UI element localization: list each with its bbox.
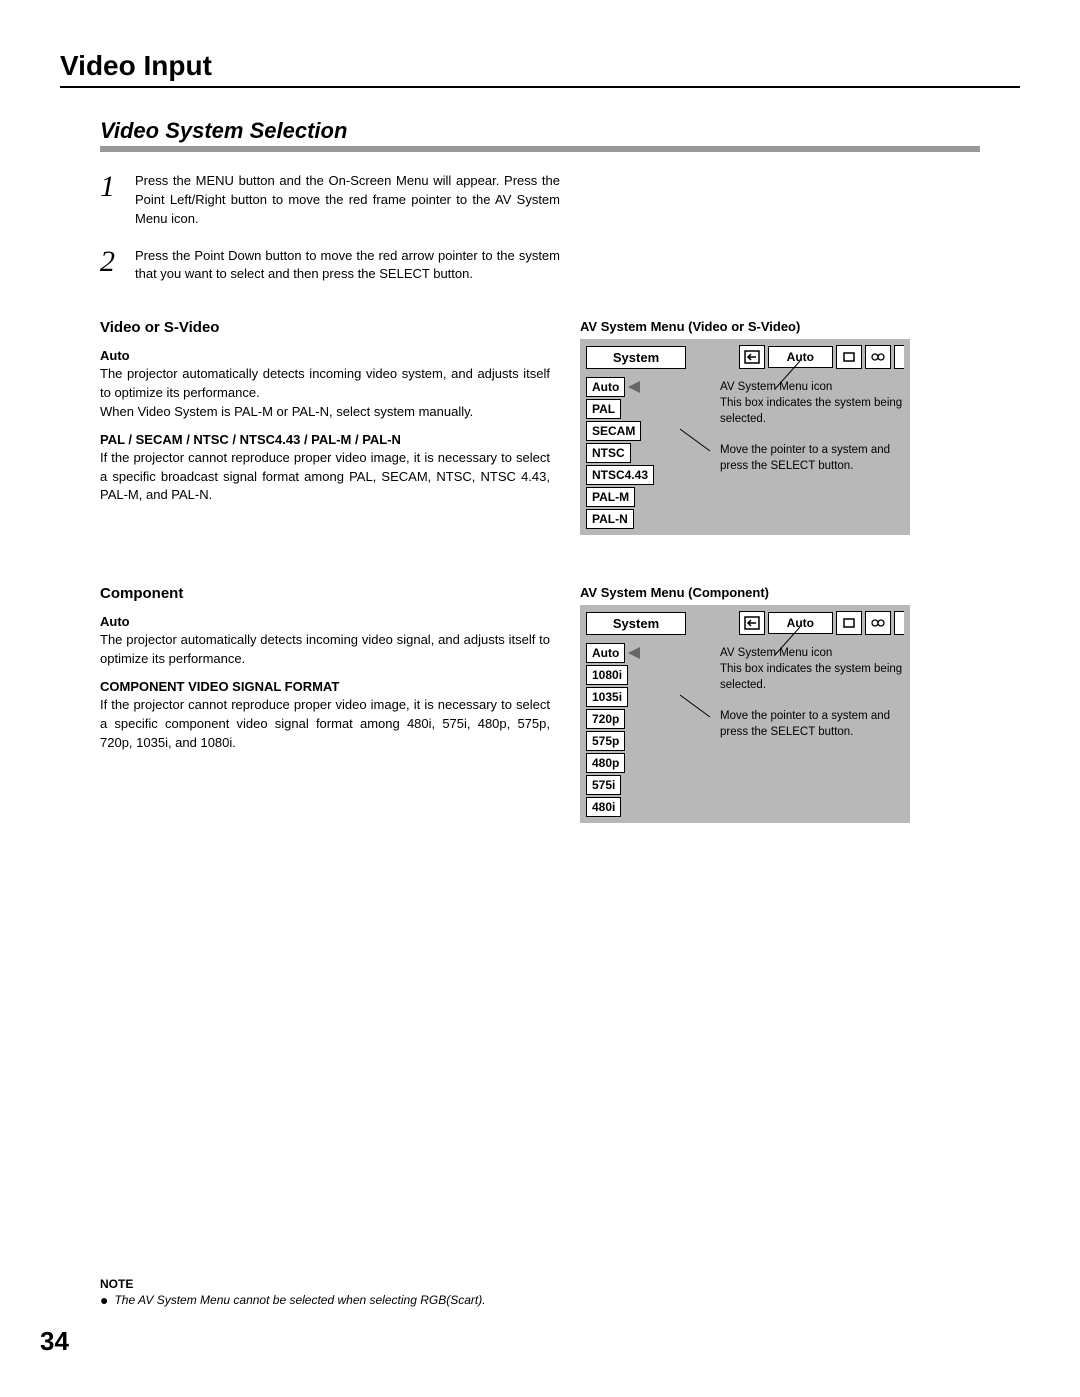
- step-number: 1: [100, 172, 135, 229]
- page-number: 34: [40, 1326, 69, 1357]
- page-title: Video Input: [60, 50, 1020, 88]
- callout-pointer-label: Move the pointer to a system and press t…: [720, 442, 905, 474]
- option-list-component: Auto 1080i 1035i 720p 575p 480p 575i 480…: [586, 643, 676, 817]
- menu-icon-1[interactable]: [836, 345, 862, 369]
- step-1: 1 Press the MENU button and the On-Scree…: [100, 172, 560, 229]
- option-575p[interactable]: 575p: [586, 731, 625, 751]
- step-text: Press the Point Down button to move the …: [135, 247, 560, 285]
- option-palm[interactable]: PAL-M: [586, 487, 635, 507]
- callouts-component: AV System Menu icon This box indicates t…: [720, 645, 905, 753]
- auto-indicator: Auto: [768, 346, 833, 368]
- option-480p[interactable]: 480p: [586, 753, 625, 773]
- step-2: 2 Press the Point Down button to move th…: [100, 247, 560, 285]
- section-heading: Video System Selection: [100, 118, 980, 152]
- system-label: System: [586, 346, 686, 369]
- option-paln[interactable]: PAL-N: [586, 509, 634, 529]
- callout-icon-label: AV System Menu icon: [720, 379, 905, 395]
- callout-icon-label: AV System Menu icon: [720, 645, 905, 661]
- menu-title-video: AV System Menu (Video or S-Video): [580, 319, 910, 334]
- callout-box-label: This box indicates the system being sele…: [720, 395, 905, 427]
- pointer-arrow-icon: [628, 381, 640, 393]
- option-secam[interactable]: SECAM: [586, 421, 641, 441]
- menu-title-component: AV System Menu (Component): [580, 585, 910, 600]
- auto-text: The projector automatically detects inco…: [100, 365, 550, 403]
- video-heading: Video or S-Video: [100, 319, 550, 336]
- option-ntsc443[interactable]: NTSC4.43: [586, 465, 654, 485]
- option-575i[interactable]: 575i: [586, 775, 621, 795]
- step-number: 2: [100, 247, 135, 285]
- note-section: NOTE ● The AV System Menu cannot be sele…: [100, 1277, 486, 1307]
- auto-indicator: Auto: [768, 612, 833, 634]
- av-menu-icon[interactable]: [739, 611, 765, 635]
- callout-pointer-label: Move the pointer to a system and press t…: [720, 708, 905, 740]
- menu-icon-2[interactable]: [865, 345, 891, 369]
- component-heading: Component: [100, 585, 550, 602]
- option-480i[interactable]: 480i: [586, 797, 621, 817]
- callouts-video: AV System Menu icon This box indicates t…: [720, 379, 905, 487]
- option-auto[interactable]: Auto: [586, 377, 625, 397]
- note-heading: NOTE: [100, 1277, 486, 1291]
- menu-box-video: System Auto: [580, 339, 910, 535]
- option-pal[interactable]: PAL: [586, 399, 621, 419]
- system-label: System: [586, 612, 686, 635]
- menu-icon-3[interactable]: [894, 345, 904, 369]
- bullet-icon: ●: [100, 1293, 108, 1307]
- comp-auto-heading: Auto: [100, 614, 550, 629]
- pal-text: If the projector cannot reproduce proper…: [100, 449, 550, 506]
- note-text: The AV System Menu cannot be selected wh…: [114, 1293, 485, 1307]
- option-ntsc[interactable]: NTSC: [586, 443, 631, 463]
- av-menu-icon[interactable]: [739, 345, 765, 369]
- comp-format-heading: COMPONENT VIDEO SIGNAL FORMAT: [100, 679, 550, 694]
- pal-heading: PAL / SECAM / NTSC / NTSC4.43 / PAL-M / …: [100, 432, 550, 447]
- comp-format-text: If the projector cannot reproduce proper…: [100, 696, 550, 753]
- menu-icon-2[interactable]: [865, 611, 891, 635]
- callout-box-label: This box indicates the system being sele…: [720, 661, 905, 693]
- pointer-arrow-icon: [628, 647, 640, 659]
- option-list-video: Auto PAL SECAM NTSC NTSC4.43 PAL-M PAL-N: [586, 377, 676, 529]
- comp-auto-text: The projector automatically detects inco…: [100, 631, 550, 669]
- option-auto[interactable]: Auto: [586, 643, 625, 663]
- menu-icon-3[interactable]: [894, 611, 904, 635]
- auto-heading: Auto: [100, 348, 550, 363]
- menu-box-component: System Auto: [580, 605, 910, 823]
- option-720p[interactable]: 720p: [586, 709, 625, 729]
- option-1035i[interactable]: 1035i: [586, 687, 628, 707]
- option-1080i[interactable]: 1080i: [586, 665, 628, 685]
- steps-list: 1 Press the MENU button and the On-Scree…: [100, 172, 560, 284]
- menu-icon-1[interactable]: [836, 611, 862, 635]
- auto-text2: When Video System is PAL-M or PAL-N, sel…: [100, 403, 550, 422]
- step-text: Press the MENU button and the On-Screen …: [135, 172, 560, 229]
